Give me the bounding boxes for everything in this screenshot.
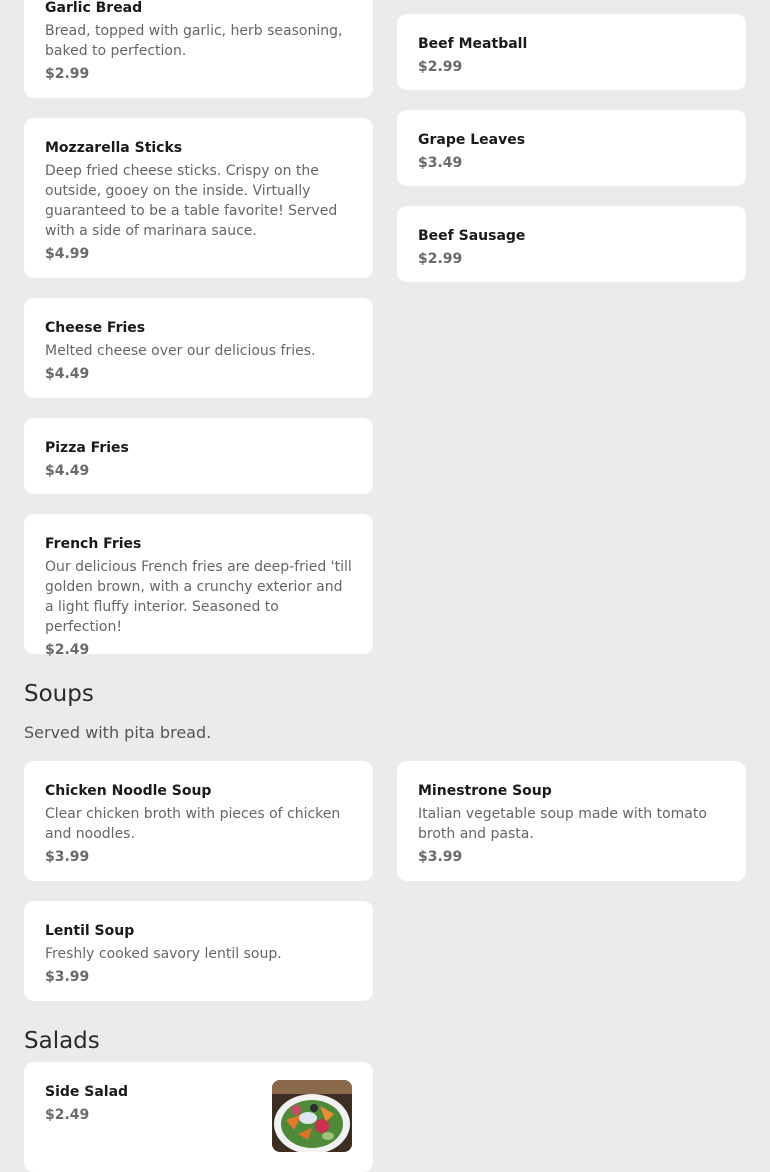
item-price: $3.99 (45, 969, 90, 985)
item-description: Deep fried cheese sticks. Crispy on the … (45, 163, 338, 239)
item-price: $2.99 (418, 251, 463, 267)
menu-item-minestrone-soup[interactable]: Minestrone Soup Italian vegetable soup m… (397, 761, 746, 881)
item-name: Minestrone Soup (418, 783, 552, 799)
section-subtitle-soups: Served with pita bread. (24, 723, 212, 742)
menu-item-garlic-bread[interactable]: Garlic Bread Bread, topped with garlic, … (24, 0, 373, 98)
item-name: Chicken Noodle Soup (45, 783, 212, 799)
menu-item-beef-meatball[interactable]: Beef Meatball $2.99 (397, 14, 746, 90)
item-price: $4.49 (45, 463, 90, 479)
item-price: $3.99 (45, 849, 90, 865)
item-description: Bread, topped with garlic, herb seasonin… (45, 23, 343, 59)
item-description: Freshly cooked savory lentil soup. (45, 946, 282, 962)
item-price: $4.99 (45, 246, 90, 262)
menu-item-lentil-soup[interactable]: Lentil Soup Freshly cooked savory lentil… (24, 901, 373, 1001)
item-name: Cheese Fries (45, 320, 146, 336)
item-name: Garlic Bread (45, 0, 143, 16)
item-price: $3.49 (418, 155, 463, 171)
item-description: Melted cheese over our delicious fries. (45, 343, 316, 359)
salad-photo-graphic (272, 1080, 352, 1152)
item-name: French Fries (45, 536, 142, 552)
menu-item-mozzarella-sticks[interactable]: Mozzarella Sticks Deep fried cheese stic… (24, 118, 373, 278)
menu-item-french-fries[interactable]: French Fries Our delicious French fries … (24, 514, 373, 658)
menu-item-pizza-fries[interactable]: Pizza Fries $4.49 (24, 418, 373, 494)
menu-item-side-salad[interactable]: Side Salad $2.49 (24, 1062, 373, 1172)
item-description: Italian vegetable soup made with tomato … (418, 806, 707, 842)
item-name: Lentil Soup (45, 923, 135, 939)
item-name: Grape Leaves (418, 132, 526, 148)
item-name: Beef Meatball (418, 36, 528, 52)
menu-item-beef-sausage[interactable]: Beef Sausage $2.99 (397, 206, 746, 282)
item-description: Our delicious French fries are deep-frie… (45, 559, 352, 635)
section-title-soups: Soups (24, 681, 94, 707)
item-name: Beef Sausage (418, 228, 526, 244)
item-description: Clear chicken broth with pieces of chick… (45, 806, 341, 842)
item-name: Mozzarella Sticks (45, 140, 183, 156)
section-title-salads: Salads (24, 1028, 100, 1054)
item-price: $2.99 (418, 59, 463, 75)
item-price: $3.99 (418, 849, 463, 865)
item-price: $2.49 (45, 642, 90, 658)
salad-photo-image (272, 1080, 352, 1152)
item-name: Pizza Fries (45, 440, 129, 456)
item-price: $4.49 (45, 366, 90, 382)
menu-item-cheese-fries[interactable]: Cheese Fries Melted cheese over our deli… (24, 298, 373, 398)
menu-item-chicken-noodle-soup[interactable]: Chicken Noodle Soup Clear chicken broth … (24, 761, 373, 881)
menu-item-grape-leaves[interactable]: Grape Leaves $3.49 (397, 110, 746, 186)
item-price: $2.99 (45, 66, 90, 82)
